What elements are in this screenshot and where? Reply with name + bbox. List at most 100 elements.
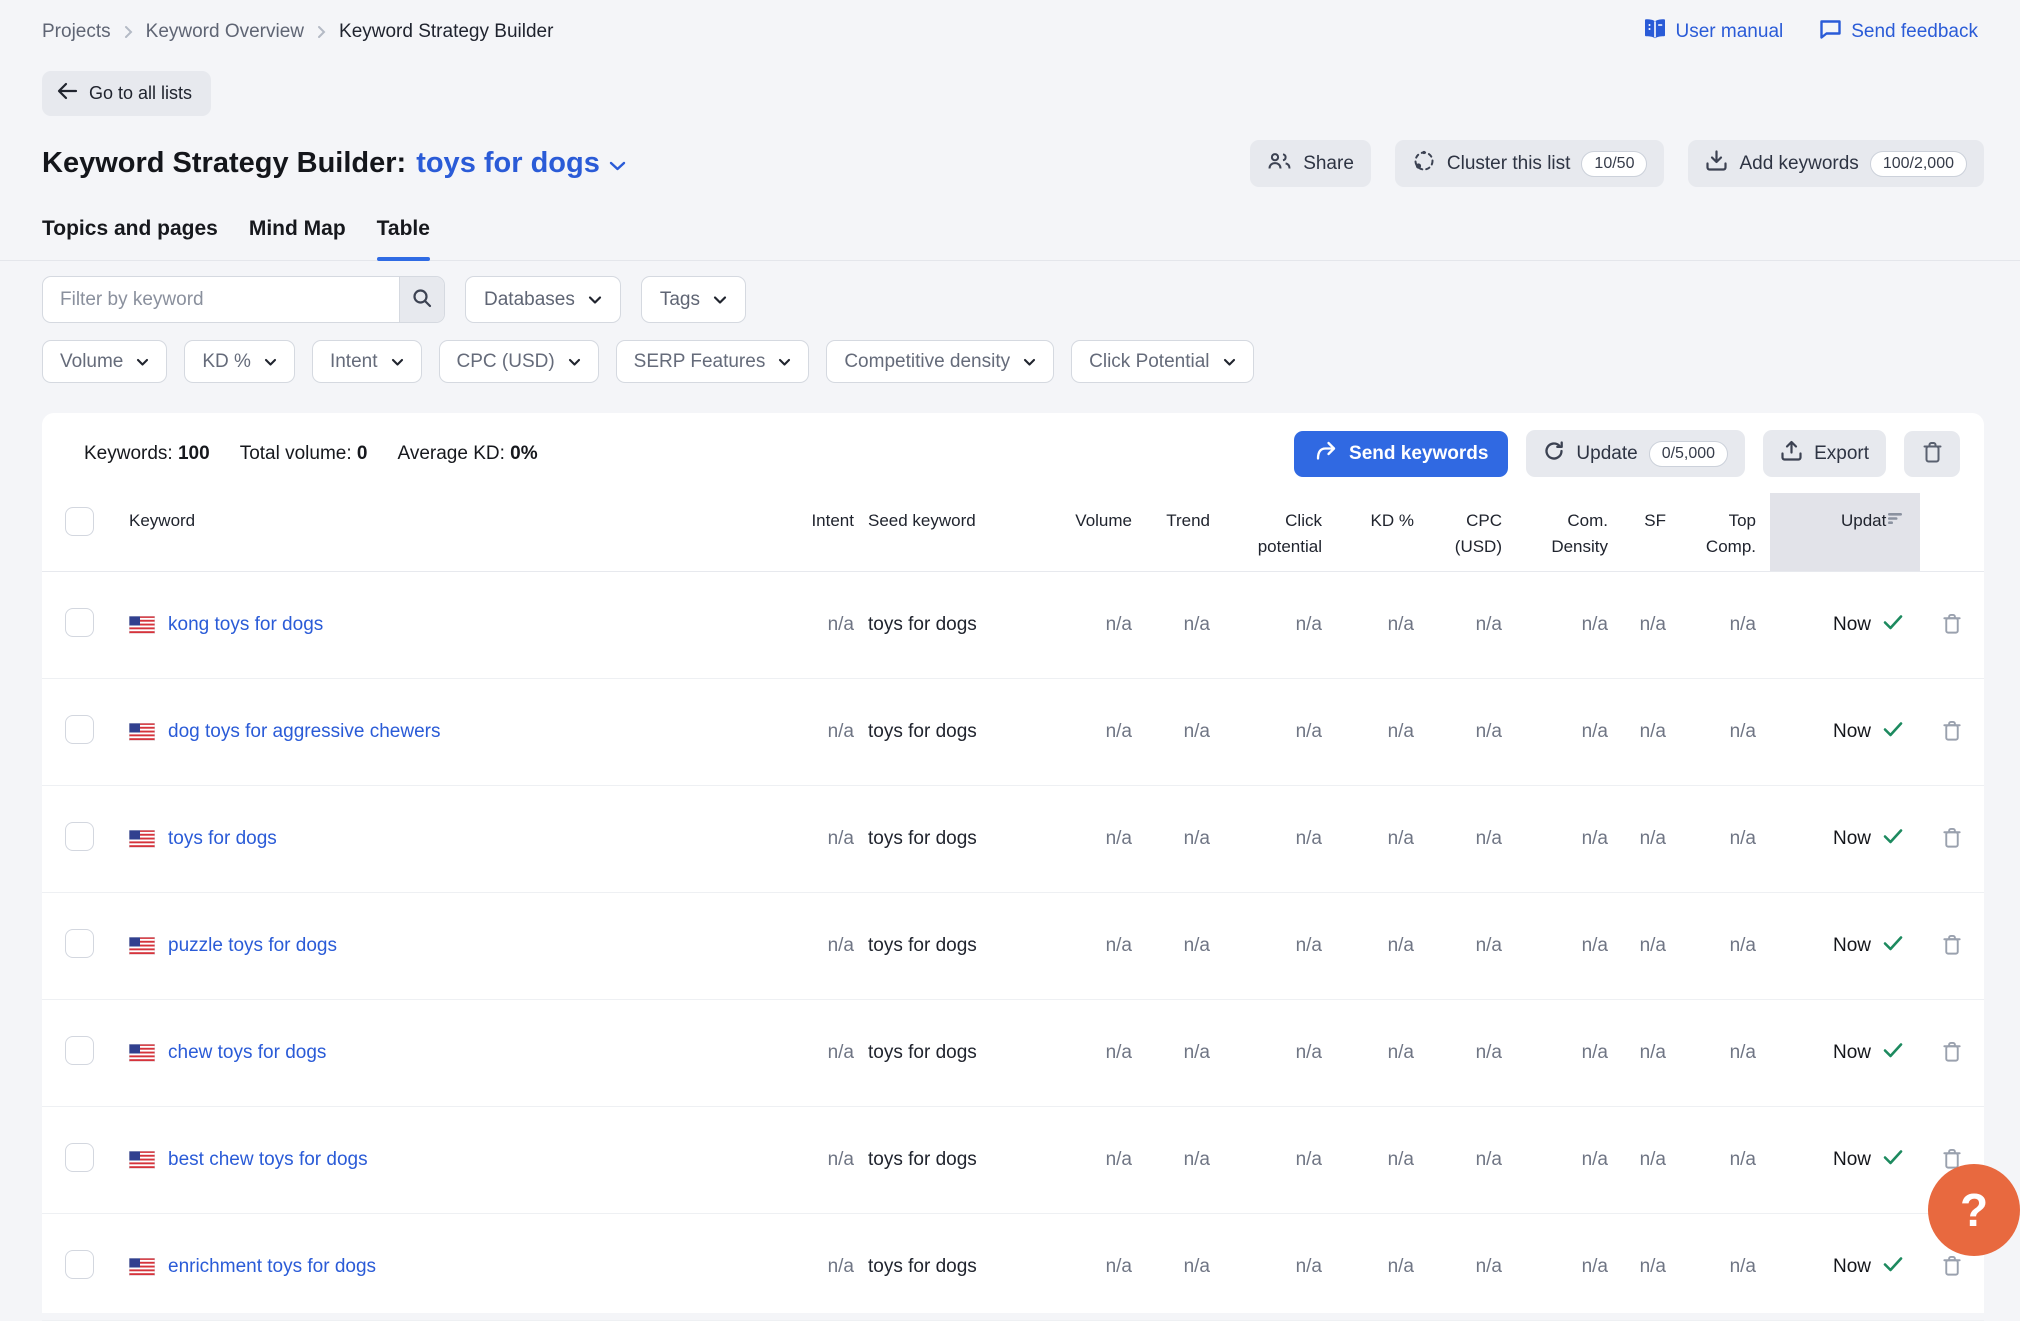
add-keywords-button[interactable]: Add keywords 100/2,000: [1688, 140, 1984, 187]
breadcrumb-current: Keyword Strategy Builder: [339, 21, 553, 43]
trend-cell: n/a: [1146, 721, 1224, 743]
trash-icon: [1941, 612, 1963, 639]
intent-cell: n/a: [796, 1042, 868, 1064]
delete-row-button[interactable]: [1941, 826, 1963, 853]
send-keywords-button[interactable]: Send keywords: [1294, 431, 1508, 477]
databases-label: Databases: [484, 289, 575, 311]
breadcrumb-projects[interactable]: Projects: [42, 21, 111, 43]
keyword-link[interactable]: dog toys for aggressive chewers: [168, 721, 440, 743]
trash-icon: [1941, 1040, 1963, 1067]
volume-filter-dropdown[interactable]: Volume: [42, 340, 167, 383]
go-to-all-lists-button[interactable]: Go to all lists: [42, 71, 211, 116]
column-header-seed-keyword[interactable]: Seed keyword: [868, 493, 1038, 571]
click-potential-filter-dropdown[interactable]: Click Potential: [1071, 340, 1253, 383]
column-header-com-density[interactable]: Com. Density: [1516, 493, 1622, 571]
us-flag-icon: [129, 1258, 155, 1276]
chevron-down-icon: [588, 289, 602, 311]
tab-table[interactable]: Table: [377, 217, 430, 260]
cpc-cell: n/a: [1428, 614, 1516, 636]
table-row: puzzle toys for dogs n/a toys for dogs n…: [42, 893, 1984, 1000]
share-people-icon: [1267, 150, 1292, 177]
row-checkbox[interactable]: [65, 715, 94, 744]
column-header-cpc[interactable]: CPC (USD): [1428, 493, 1516, 571]
tab-mind-map[interactable]: Mind Map: [249, 217, 346, 260]
table-row: best chew toys for dogs n/a toys for dog…: [42, 1107, 1984, 1214]
keyword-link[interactable]: kong toys for dogs: [168, 614, 323, 636]
breadcrumb-keyword-overview[interactable]: Keyword Overview: [146, 21, 304, 43]
delete-row-button[interactable]: [1941, 933, 1963, 960]
update-count-badge: 0/5,000: [1649, 441, 1728, 467]
volume-cell: n/a: [1038, 1042, 1146, 1064]
tags-label: Tags: [660, 289, 700, 311]
updated-value: Now: [1833, 828, 1871, 850]
databases-dropdown[interactable]: Databases: [465, 276, 621, 323]
refresh-icon: [1543, 440, 1565, 468]
top-comp-cell: n/a: [1680, 1256, 1770, 1278]
cluster-this-list-button[interactable]: Cluster this list 10/50: [1395, 140, 1665, 187]
keyword-link[interactable]: puzzle toys for dogs: [168, 935, 337, 957]
search-button[interactable]: [399, 277, 444, 322]
column-header-trend[interactable]: Trend: [1146, 493, 1224, 571]
competitive-density-filter-dropdown[interactable]: Competitive density: [826, 340, 1054, 383]
keyword-filter-input[interactable]: [43, 277, 399, 322]
table-row: toys for dogs n/a toys for dogs n/a n/a …: [42, 786, 1984, 893]
average-kd-label: Average KD:: [398, 443, 505, 464]
row-checkbox[interactable]: [65, 608, 94, 637]
update-button[interactable]: Update 0/5,000: [1526, 430, 1745, 477]
click-potential-cell: n/a: [1224, 721, 1336, 743]
send-feedback-link[interactable]: Send feedback: [1819, 18, 1978, 46]
serp-features-filter-dropdown[interactable]: SERP Features: [616, 340, 810, 383]
keyword-link[interactable]: best chew toys for dogs: [168, 1149, 368, 1171]
keyword-link[interactable]: chew toys for dogs: [168, 1042, 326, 1064]
user-manual-link[interactable]: User manual: [1643, 18, 1784, 46]
keyword-filter: [42, 276, 445, 323]
tab-topics-and-pages[interactable]: Topics and pages: [42, 217, 218, 260]
us-flag-icon: [129, 1151, 155, 1169]
list-name-dropdown[interactable]: toys for dogs: [416, 147, 626, 180]
updated-value: Now: [1833, 935, 1871, 957]
delete-row-button[interactable]: [1941, 719, 1963, 746]
keyword-link[interactable]: enrichment toys for dogs: [168, 1256, 376, 1278]
page-title-text: Keyword Strategy Builder:: [42, 147, 406, 180]
column-header-kd[interactable]: KD %: [1336, 493, 1428, 571]
column-header-sf[interactable]: SF: [1622, 493, 1680, 571]
cluster-label: Cluster this list: [1447, 153, 1571, 175]
column-header-updated[interactable]: Updated: [1770, 493, 1920, 571]
cpc-filter-dropdown[interactable]: CPC (USD): [439, 340, 599, 383]
export-button[interactable]: Export: [1763, 430, 1886, 477]
column-header-intent[interactable]: Intent: [796, 493, 868, 571]
trend-cell: n/a: [1146, 1256, 1224, 1278]
delete-list-button[interactable]: [1904, 431, 1960, 477]
keyword-link[interactable]: toys for dogs: [168, 828, 277, 850]
delete-row-button[interactable]: [1941, 1040, 1963, 1067]
column-header-top-comp[interactable]: Top Comp.: [1680, 493, 1770, 571]
row-checkbox[interactable]: [65, 1036, 94, 1065]
top-comp-cell: n/a: [1680, 828, 1770, 850]
select-all-checkbox[interactable]: [65, 507, 94, 536]
check-icon: [1882, 1255, 1904, 1279]
row-checkbox[interactable]: [65, 1143, 94, 1172]
delete-row-button[interactable]: [1941, 612, 1963, 639]
intent-cell: n/a: [796, 1149, 868, 1171]
table-row: dog toys for aggressive chewers n/a toys…: [42, 679, 1984, 786]
kd-filter-dropdown[interactable]: KD %: [184, 340, 295, 383]
updated-value: Now: [1833, 1256, 1871, 1278]
column-header-keyword[interactable]: Keyword: [106, 493, 796, 571]
tags-dropdown[interactable]: Tags: [641, 276, 746, 323]
share-button[interactable]: Share: [1250, 140, 1371, 187]
intent-cell: n/a: [796, 721, 868, 743]
row-checkbox[interactable]: [65, 822, 94, 851]
row-checkbox[interactable]: [65, 929, 94, 958]
volume-cell: n/a: [1038, 828, 1146, 850]
column-header-volume[interactable]: Volume: [1038, 493, 1146, 571]
book-icon: [1643, 18, 1667, 46]
row-checkbox[interactable]: [65, 1250, 94, 1279]
kd-cell: n/a: [1336, 1256, 1428, 1278]
trash-icon: [1941, 1254, 1963, 1281]
column-header-click-potential[interactable]: Click potential: [1224, 493, 1336, 571]
total-volume-value: 0: [357, 443, 368, 464]
delete-row-button[interactable]: [1941, 1254, 1963, 1281]
intent-filter-dropdown[interactable]: Intent: [312, 340, 422, 383]
help-button[interactable]: ?: [1928, 1164, 2020, 1256]
chevron-down-icon: [136, 351, 149, 373]
